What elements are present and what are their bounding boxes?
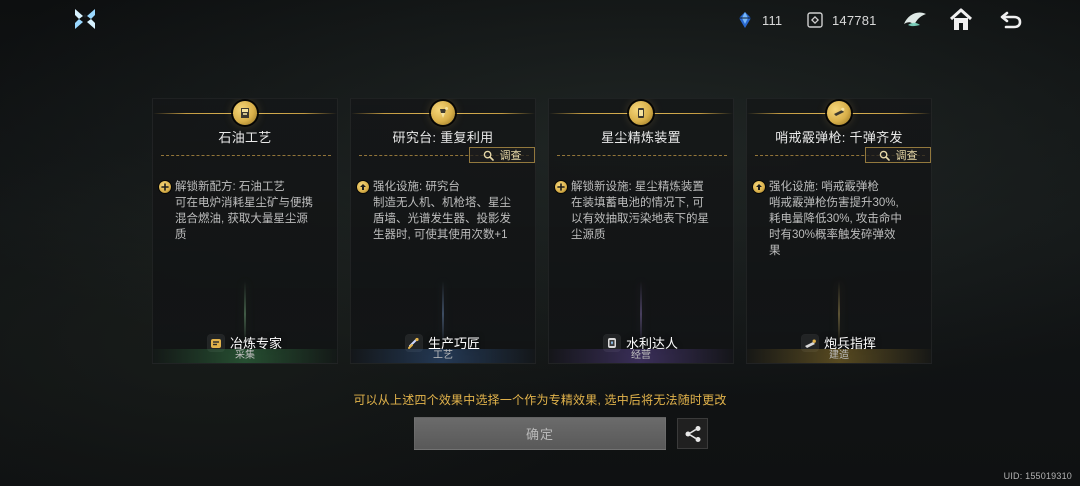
inspect-label: 调查: [499, 150, 522, 162]
card-medal: [431, 101, 455, 125]
fuel-icon: [241, 108, 249, 118]
currency-icon: [806, 11, 824, 29]
magnifier-icon: [483, 150, 494, 161]
title-divider: [161, 155, 331, 156]
card-glow-line: [838, 281, 840, 341]
resource-counter-2: 147781: [806, 10, 877, 30]
description-heading: 解锁新设施: 星尘精炼装置: [555, 179, 727, 195]
home-icon: [949, 8, 973, 30]
card-glow-line: [244, 281, 246, 341]
specialization-card[interactable]: 哨戒霰弹枪: 千弹齐发 调查 强化设施: 哨戒霰弹枪 哨戒霰弹枪伤害提升30%,…: [746, 98, 932, 364]
description-body-text: 可在电炉消耗星尘矿与便携 混合燃油, 获取大量星尘源 质: [175, 197, 313, 241]
description-heading: 解锁新配方: 石油工艺: [159, 179, 331, 195]
card-title: 星尘精炼装置: [601, 130, 681, 145]
description-body-text: 制造无人机、机枪塔、星尘 盾墙、光谱发生器、投影发 生器时, 可使其使用次数+1: [373, 197, 511, 241]
description-heading-text: 解锁新设施: 星尘精炼装置: [571, 181, 704, 193]
inspect-label: 调查: [895, 150, 918, 162]
upgrade-icon: [753, 181, 765, 193]
card-medal: [629, 101, 653, 125]
card-glow-line: [442, 281, 444, 341]
card-category: 工艺: [351, 349, 535, 363]
share-button[interactable]: [677, 418, 708, 449]
plus-icon: [555, 181, 567, 193]
card-title: 石油工艺: [218, 130, 272, 145]
back-arrow-icon: [1000, 11, 1022, 29]
shotgun-icon: [834, 107, 845, 116]
card-description: 解锁新设施: 星尘精炼装置 在装填蓄电池的情况下, 可 以有效抽取污染地表下的星…: [555, 179, 727, 243]
inspect-button[interactable]: 调查: [469, 147, 535, 163]
specialization-card[interactable]: 星尘精炼装置 解锁新设施: 星尘精炼装置 在装填蓄电池的情况下, 可 以有效抽取…: [548, 98, 734, 364]
specialization-card-list: 石油工艺 解锁新配方: 石油工艺 可在电炉消耗星尘矿与便携 混合燃油, 获取大量…: [152, 98, 934, 366]
card-glow-line: [640, 281, 642, 341]
card-title: 研究台: 重复利用: [392, 130, 494, 145]
research-icon: [440, 107, 448, 118]
uid-text: UID: 155019310: [1003, 471, 1072, 481]
back-button[interactable]: [996, 6, 1026, 34]
description-body-text: 在装填蓄电池的情况下, 可 以有效抽取污染地表下的星 尘源质: [571, 197, 709, 241]
card-medal: [233, 101, 257, 125]
blue-crystal-icon: [736, 11, 754, 29]
upgrade-icon: [357, 181, 369, 193]
share-icon: [685, 425, 700, 442]
resource-1-value: 111: [762, 12, 783, 28]
description-body-text: 哨戒霰弹枪伤害提升30%, 耗电量降低30%, 攻击命中 时有30%概率触发碎弹…: [769, 197, 902, 257]
emblem-button[interactable]: [900, 6, 930, 34]
description-heading-text: 解锁新配方: 石油工艺: [175, 181, 285, 193]
description-heading-text: 强化设施: 研究台: [373, 181, 460, 193]
emblem-icon: [904, 12, 926, 27]
card-category: 采集: [153, 349, 337, 363]
magnifier-icon: [879, 150, 890, 161]
inspect-button[interactable]: 调查: [865, 147, 931, 163]
confirm-button[interactable]: 确定: [414, 417, 666, 450]
title-divider: [557, 155, 727, 156]
resource-counter-1: 111: [736, 10, 782, 30]
card-description: 解锁新配方: 石油工艺 可在电炉消耗星尘矿与便携 混合燃油, 获取大量星尘源 质: [159, 179, 331, 243]
screen-root: 111 147781 石油工艺 解锁新配方: 石油工艺 可在电炉消耗星尘矿与便携…: [0, 0, 1080, 486]
description-heading: 强化设施: 哨戒霰弹枪: [753, 179, 925, 195]
description-heading: 强化设施: 研究台: [357, 179, 529, 195]
card-title: 哨戒霰弹枪: 千弹齐发: [775, 130, 903, 145]
selection-hint: 可以从上述四个效果中选择一个作为专精效果, 选中后将无法随时更改: [353, 393, 727, 407]
plus-icon: [159, 181, 171, 193]
card-description: 强化设施: 研究台 制造无人机、机枪塔、星尘 盾墙、光谱发生器、投影发 生器时,…: [357, 179, 529, 243]
card-category: 建造: [747, 349, 931, 363]
home-button[interactable]: [946, 6, 976, 34]
specialization-card[interactable]: 石油工艺 解锁新配方: 石油工艺 可在电炉消耗星尘矿与便携 混合燃油, 获取大量…: [152, 98, 338, 364]
card-medal: [827, 101, 851, 125]
top-bar: 111 147781: [0, 0, 1080, 40]
resource-2-value: 147781: [832, 12, 877, 28]
card-description: 强化设施: 哨戒霰弹枪 哨戒霰弹枪伤害提升30%, 耗电量降低30%, 攻击命中…: [753, 179, 925, 259]
description-heading-text: 强化设施: 哨戒霰弹枪: [769, 181, 879, 193]
refinery-icon: [638, 108, 644, 118]
card-category: 经营: [549, 349, 733, 363]
game-logo-icon: [72, 6, 98, 32]
specialization-card[interactable]: 研究台: 重复利用 调查 强化设施: 研究台 制造无人机、机枪塔、星尘 盾墙、光…: [350, 98, 536, 364]
